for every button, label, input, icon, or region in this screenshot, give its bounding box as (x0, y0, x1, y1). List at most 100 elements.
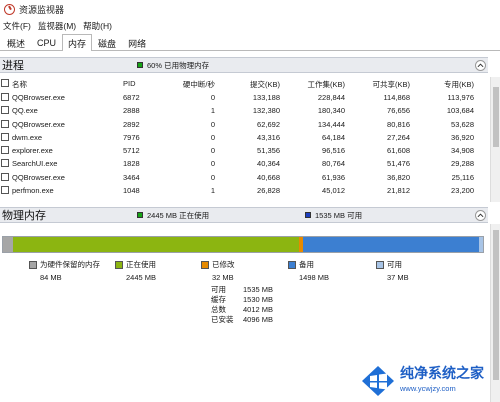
collapse-processes-button[interactable] (475, 60, 486, 71)
legend-hardware-reserved: 为硬件保留的内存 84 MB (29, 259, 100, 282)
memory-scroll-thumb[interactable] (493, 230, 499, 380)
cell-commit: 62,692 (257, 119, 280, 129)
cell-commit: 133,188 (252, 93, 280, 102)
usage-summary-text: 60% 已用物理内存 (147, 60, 210, 70)
cell-working-set: 61,936 (322, 172, 345, 182)
cell-working-set: 80,764 (322, 159, 345, 169)
cell-pid: 6872 (123, 93, 140, 102)
col-pid-header[interactable]: PID (123, 79, 136, 88)
memory-segment-hardware (3, 237, 13, 252)
process-checkbox[interactable] (1, 106, 9, 115)
cell-working-set: 45,012 (322, 186, 345, 196)
process-checkbox[interactable] (1, 93, 9, 101)
cell-name: QQBrowser.exe (12, 172, 65, 182)
available-summary-text: 1535 MB 可用 (315, 210, 363, 220)
in-use-swatch (137, 212, 143, 218)
cell-hard-faults: 0 (210, 93, 215, 102)
process-checkbox[interactable] (1, 159, 9, 168)
table-row[interactable]: explorer.exe 5712 0 51,356 96,516 61,608 34,90… (0, 144, 488, 157)
menu-monitor[interactable]: 监视器(M) (37, 20, 82, 32)
cell-working-set: 228,844 (317, 93, 345, 102)
cell-commit: 43,316 (257, 132, 280, 142)
process-checkbox[interactable] (1, 132, 9, 141)
menu-file[interactable]: 文件(F) (2, 20, 37, 32)
window-title: 资源监视器 (19, 4, 65, 15)
table-row[interactable]: QQBrowser.exe 6872 0 133,188 228,844 114,868 1… (0, 91, 488, 104)
cell-private: 53,628 (451, 119, 474, 129)
memory-usage-bar (2, 236, 484, 253)
process-scrollbar[interactable] (490, 77, 500, 202)
process-table: 名称 PID 硬中断/秒 提交(KB) 工作集(KB) 可共享(KB) 专用(K… (0, 77, 488, 197)
memory-usage-summary: 60% 已用物理内存 (137, 60, 209, 71)
select-all-checkbox[interactable] (1, 79, 9, 87)
cell-hard-faults: 1 (210, 186, 215, 196)
title-bar: 资源监视器 (0, 0, 500, 18)
tab-network[interactable]: 网络 (122, 35, 152, 50)
standby-value: 1498 MB (299, 273, 330, 282)
in-use-legend-swatch (115, 261, 123, 270)
col-name-header[interactable]: 名称 (12, 79, 27, 90)
physical-memory-header[interactable]: 物理内存 2445 MB 正在使用 1535 MB 可用 (0, 207, 488, 223)
cell-shareable: 76,656 (387, 106, 410, 116)
tab-disk[interactable]: 磁盘 (92, 35, 122, 50)
cell-name: QQ.exe (12, 106, 38, 116)
legend-in-use: 正在使用 2445 MB (115, 259, 156, 282)
col-private-header[interactable]: 专用(KB) (444, 79, 474, 90)
cell-shareable: 80,816 (387, 119, 410, 129)
free-swatch (376, 261, 384, 270)
menu-bar: 文件(F) 监视器(M) 帮助(H) (0, 18, 500, 33)
tab-overview[interactable]: 概述 (1, 35, 31, 50)
process-checkbox[interactable] (1, 146, 9, 155)
tab-memory[interactable]: 内存 (62, 34, 93, 51)
process-checkbox[interactable] (1, 172, 9, 181)
table-row[interactable]: QQBrowser.exe 2892 0 62,692 134,444 80,816 53,… (0, 118, 488, 131)
cell-shareable: 114,868 (383, 93, 410, 102)
cell-commit: 40,364 (257, 159, 280, 169)
tab-cpu[interactable]: CPU (31, 35, 62, 50)
cell-shareable: 51,476 (387, 159, 410, 169)
cell-hard-faults: 0 (210, 146, 215, 156)
stat-total: 总数 4012 MB (211, 305, 274, 314)
processes-title: 进程 (2, 60, 24, 72)
in-use-summary-text: 2445 MB 正在使用 (147, 210, 210, 220)
menu-help[interactable]: 帮助(H) (82, 20, 118, 32)
legend-modified: 已修改 32 MB (201, 259, 235, 282)
process-checkbox[interactable] (1, 186, 9, 195)
cell-pid: 5712 (123, 146, 140, 156)
cell-working-set: 180,340 (317, 106, 345, 116)
cell-hard-faults: 0 (210, 132, 215, 142)
modified-swatch (201, 261, 209, 270)
table-row[interactable]: SearchUI.exe 1828 0 40,364 80,764 51,476 29,28… (0, 157, 488, 170)
processes-header[interactable]: 进程 60% 已用物理内存 (0, 57, 488, 73)
col-working-set-header[interactable]: 工作集(KB) (308, 79, 346, 90)
cell-pid: 1048 (123, 186, 140, 196)
table-row[interactable]: perfmon.exe 1048 1 26,828 45,012 21,812 23,200 (0, 184, 488, 197)
cell-shareable: 27,264 (387, 132, 410, 142)
cell-pid: 1828 (123, 159, 140, 169)
table-row[interactable]: QQBrowser.exe 3464 0 40,668 61,936 36,820 25,1… (0, 171, 488, 184)
memory-stats: 可用 1535 MB 缓存 1530 MB 总数 4012 MB 已安装 409… (211, 285, 311, 325)
table-row[interactable]: QQ.exe 2888 1 132,380 180,340 76,656 103,684 (0, 104, 488, 117)
memory-segment-standby (303, 237, 479, 252)
cell-private: 29,288 (451, 159, 474, 169)
process-checkbox[interactable] (1, 119, 9, 128)
col-hard-faults-header[interactable]: 硬中断/秒 (183, 79, 215, 90)
available-summary: 1535 MB 可用 (305, 210, 362, 221)
table-row[interactable]: dwm.exe 7976 0 43,316 64,184 27,264 36,920 (0, 131, 488, 144)
cell-name: dwm.exe (12, 132, 43, 142)
cell-pid: 2888 (123, 106, 140, 116)
hardware-reserved-swatch (29, 261, 37, 270)
table-header-row: 名称 PID 硬中断/秒 提交(KB) 工作集(KB) 可共享(KB) 专用(K… (0, 77, 488, 91)
col-shareable-header[interactable]: 可共享(KB) (373, 79, 411, 90)
collapse-physical-memory-button[interactable] (475, 210, 486, 221)
cell-hard-faults: 0 (210, 159, 215, 169)
cell-shareable: 21,812 (387, 186, 410, 196)
available-swatch (305, 212, 311, 218)
cell-private: 36,920 (451, 132, 474, 142)
modified-value: 32 MB (212, 273, 234, 282)
col-commit-header[interactable]: 提交(KB) (250, 79, 280, 90)
process-scroll-thumb[interactable] (493, 87, 499, 147)
cell-commit: 40,668 (257, 172, 280, 182)
resource-monitor-icon (4, 3, 15, 15)
stat-available: 可用 1535 MB (211, 285, 274, 294)
